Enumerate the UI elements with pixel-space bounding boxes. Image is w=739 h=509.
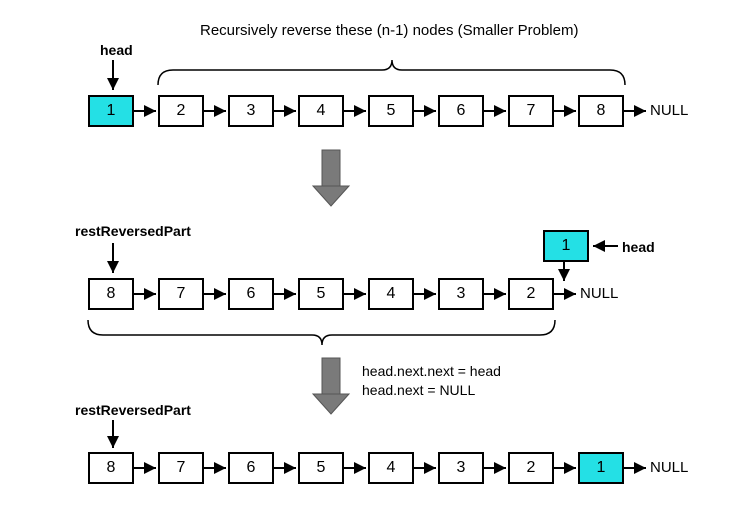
row3-node-7: 1 xyxy=(578,452,624,484)
row3-node-5: 3 xyxy=(438,452,484,484)
row2-node-4: 4 xyxy=(368,278,414,310)
row3-node-2: 6 xyxy=(228,452,274,484)
row2-node-6: 2 xyxy=(508,278,554,310)
code-block: head.next.next = head head.next = NULL xyxy=(362,362,501,400)
row3-node-0: 8 xyxy=(88,452,134,484)
row2-dangling-head-node: 1 xyxy=(543,230,589,262)
row3-node-1: 7 xyxy=(158,452,204,484)
code-line-2: head.next = NULL xyxy=(362,381,501,400)
row2-node-2: 6 xyxy=(228,278,274,310)
code-line-1: head.next.next = head xyxy=(362,362,501,381)
row3-null: NULL xyxy=(650,459,688,476)
caption-smaller-problem: Recursively reverse these (n-1) nodes (S… xyxy=(200,22,578,39)
row1-node-3: 4 xyxy=(298,95,344,127)
row1-node-7: 8 xyxy=(578,95,624,127)
label-rest-reversed-part-bottom: restReversedPart xyxy=(75,402,191,418)
row1-node-0: 1 xyxy=(88,95,134,127)
row1-node-6: 7 xyxy=(508,95,554,127)
label-rest-reversed-part-mid: restReversedPart xyxy=(75,223,191,239)
row1-node-1: 2 xyxy=(158,95,204,127)
row2-node-5: 3 xyxy=(438,278,484,310)
row3-node-4: 4 xyxy=(368,452,414,484)
label-head-top: head xyxy=(100,42,133,58)
row1-node-2: 3 xyxy=(228,95,274,127)
row2-node-3: 5 xyxy=(298,278,344,310)
row2-node-1: 7 xyxy=(158,278,204,310)
row2-null: NULL xyxy=(580,285,618,302)
label-head-mid: head xyxy=(622,239,655,255)
row1-node-4: 5 xyxy=(368,95,414,127)
row1-node-5: 6 xyxy=(438,95,484,127)
row3-node-6: 2 xyxy=(508,452,554,484)
diagram-stage: Recursively reverse these (n-1) nodes (S… xyxy=(0,0,739,509)
row3-node-3: 5 xyxy=(298,452,344,484)
row2-node-0: 8 xyxy=(88,278,134,310)
row1-null: NULL xyxy=(650,102,688,119)
